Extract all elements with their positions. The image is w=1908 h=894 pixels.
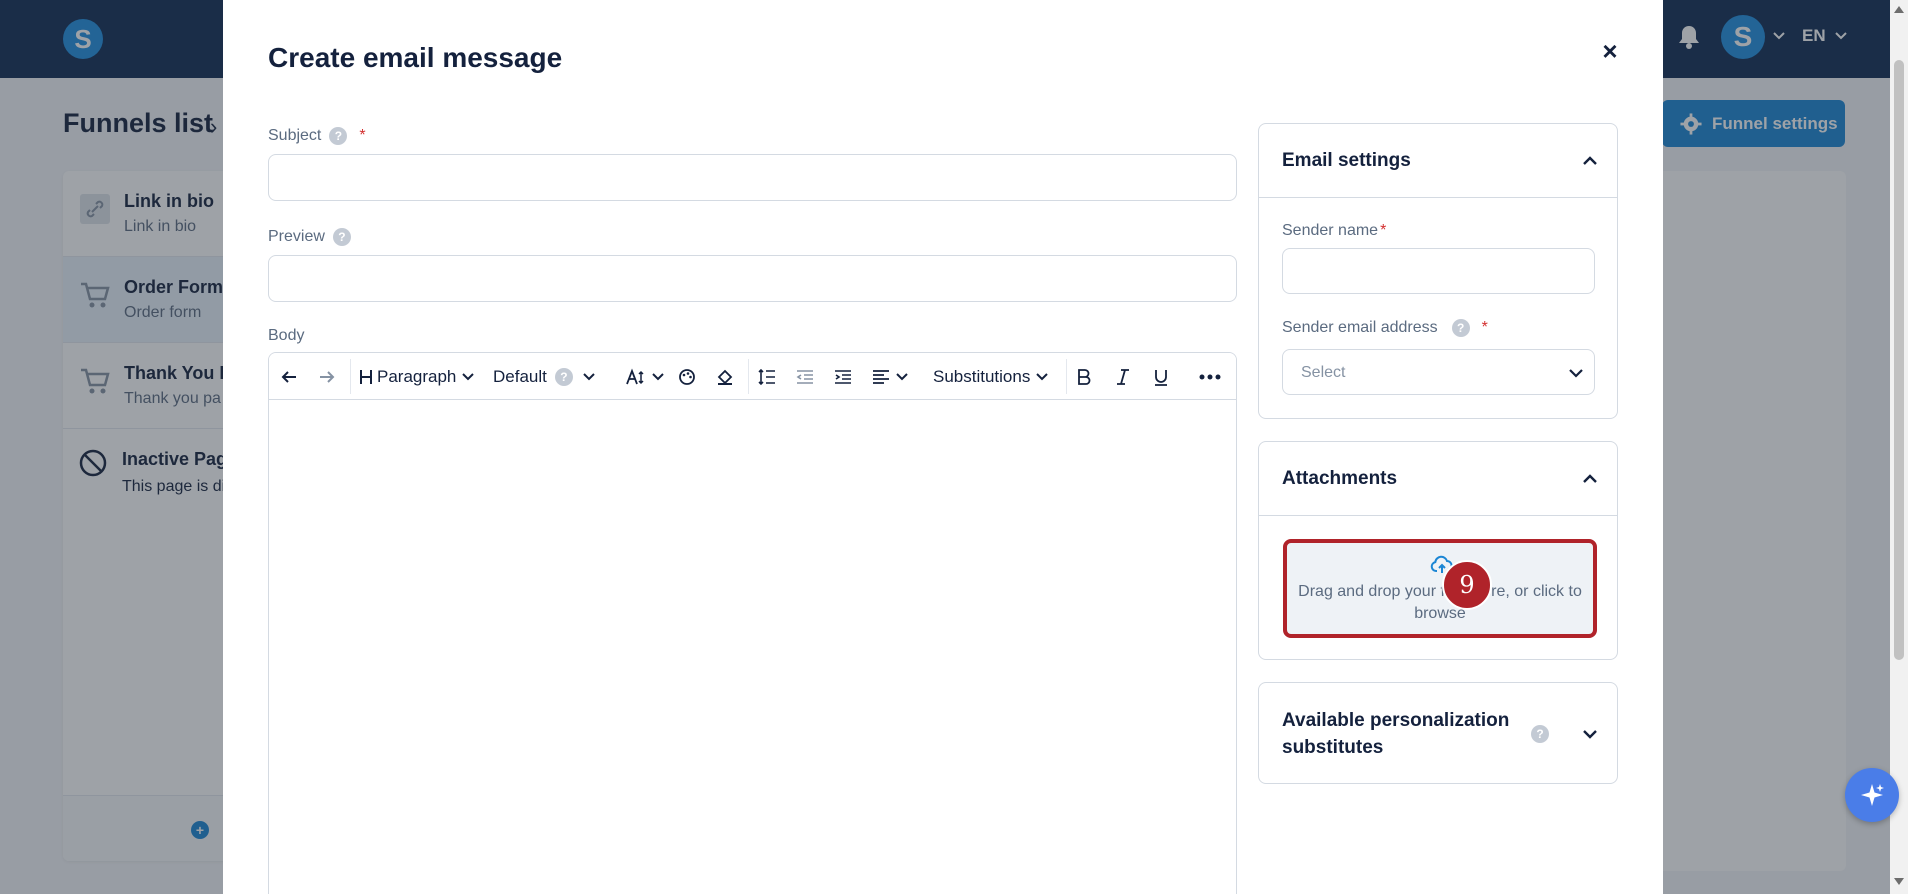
file-dropzone[interactable]: Drag and drop your files here, or click … bbox=[1283, 539, 1597, 638]
required-asterisk: * bbox=[1380, 222, 1387, 239]
indent-icon bbox=[835, 369, 851, 384]
editor-toolbar: Paragraph Default ? Substitutions bbox=[269, 353, 1236, 400]
help-icon[interactable]: ? bbox=[554, 367, 573, 386]
subject-label: Subject ? * bbox=[268, 127, 366, 145]
text-color-button[interactable] bbox=[678, 353, 696, 400]
bold-button[interactable] bbox=[1076, 353, 1092, 400]
chevron-down-icon bbox=[652, 372, 664, 380]
chevron-down-icon bbox=[583, 372, 595, 380]
modal-title: Create email message bbox=[268, 42, 563, 73]
scroll-up-arrow-icon[interactable] bbox=[1894, 6, 1904, 13]
redo-button[interactable] bbox=[317, 353, 337, 400]
scrollbar-thumb[interactable] bbox=[1894, 60, 1904, 660]
align-left-icon bbox=[873, 369, 889, 384]
chevron-down-icon bbox=[896, 372, 908, 380]
chevron-down-icon bbox=[1569, 369, 1583, 378]
undo-arrow-icon bbox=[281, 370, 296, 383]
italic-button[interactable] bbox=[1115, 353, 1131, 400]
preview-label: Preview ? bbox=[268, 228, 351, 246]
chevron-down-icon[interactable] bbox=[1581, 725, 1599, 743]
sparkle-icon bbox=[1861, 784, 1884, 806]
toolbar-divider bbox=[748, 359, 749, 394]
required-asterisk: * bbox=[359, 127, 366, 144]
toolbar-divider bbox=[1066, 359, 1067, 394]
line-height-button[interactable] bbox=[758, 353, 776, 400]
sender-email-label: Sender email address ? * bbox=[1282, 319, 1488, 337]
dropzone-text: Drag and drop your files here, or click … bbox=[1298, 583, 1582, 622]
sender-name-input[interactable] bbox=[1282, 248, 1595, 294]
editor-content-area[interactable] bbox=[269, 400, 1236, 894]
scroll-down-arrow-icon[interactable] bbox=[1894, 878, 1904, 885]
palette-icon bbox=[679, 368, 695, 385]
bold-icon bbox=[1078, 368, 1091, 385]
heading-icon bbox=[360, 369, 372, 384]
page-scrollbar[interactable] bbox=[1890, 0, 1908, 894]
preview-input[interactable] bbox=[268, 255, 1237, 302]
highlight-color-button[interactable] bbox=[716, 353, 734, 400]
redo-arrow-icon bbox=[320, 370, 335, 383]
line-height-icon bbox=[758, 368, 775, 385]
alignment-dropdown[interactable] bbox=[872, 353, 910, 400]
help-icon[interactable]: ? bbox=[1531, 725, 1549, 743]
subject-input[interactable] bbox=[268, 154, 1237, 201]
heading-dropdown[interactable]: Paragraph bbox=[359, 353, 476, 400]
undo-button[interactable] bbox=[279, 353, 299, 400]
help-icon[interactable]: ? bbox=[329, 127, 348, 145]
sender-email-select[interactable]: Select bbox=[1282, 349, 1595, 395]
close-icon[interactable]: × bbox=[1597, 38, 1623, 64]
body-label: Body bbox=[268, 327, 305, 344]
indent-button[interactable] bbox=[834, 353, 852, 400]
sender-name-label: Sender name * bbox=[1282, 222, 1387, 239]
chevron-down-icon bbox=[1036, 372, 1049, 380]
paint-bucket-icon bbox=[717, 369, 733, 385]
toolbar-divider bbox=[350, 359, 351, 394]
personalization-panel: Available personalization substitutes ? bbox=[1258, 682, 1618, 784]
body-rich-text-editor: Paragraph Default ? Substitutions bbox=[268, 352, 1237, 894]
personalization-title: Available personalization substitutes bbox=[1282, 710, 1510, 758]
help-icon[interactable]: ? bbox=[1451, 319, 1470, 337]
email-settings-header[interactable]: Email settings bbox=[1259, 124, 1617, 198]
required-asterisk: * bbox=[1481, 319, 1488, 336]
create-email-modal: Create email message × Subject ? * Previ… bbox=[223, 0, 1663, 894]
chevron-up-icon[interactable] bbox=[1581, 152, 1599, 170]
outdent-icon bbox=[796, 369, 813, 384]
substitutions-dropdown[interactable]: Substitutions bbox=[933, 353, 1050, 400]
underline-icon bbox=[1155, 369, 1167, 386]
font-family-dropdown[interactable]: Default ? bbox=[493, 353, 597, 400]
step-number-badge: 9 bbox=[1442, 560, 1492, 610]
attachments-header[interactable]: Attachments bbox=[1259, 442, 1617, 516]
more-options-button[interactable] bbox=[1199, 353, 1221, 400]
font-size-icon bbox=[626, 367, 644, 384]
outdent-button[interactable] bbox=[796, 353, 814, 400]
ai-assistant-button[interactable] bbox=[1845, 768, 1899, 822]
more-dots-icon bbox=[1199, 374, 1221, 379]
chevron-up-icon[interactable] bbox=[1581, 470, 1599, 488]
italic-icon bbox=[1117, 368, 1129, 385]
chevron-down-icon bbox=[462, 372, 475, 380]
email-settings-panel: Email settings Sender name * Sender email… bbox=[1258, 123, 1618, 419]
font-size-dropdown[interactable] bbox=[626, 353, 666, 400]
underline-button[interactable] bbox=[1153, 353, 1169, 400]
help-icon[interactable]: ? bbox=[332, 228, 351, 246]
